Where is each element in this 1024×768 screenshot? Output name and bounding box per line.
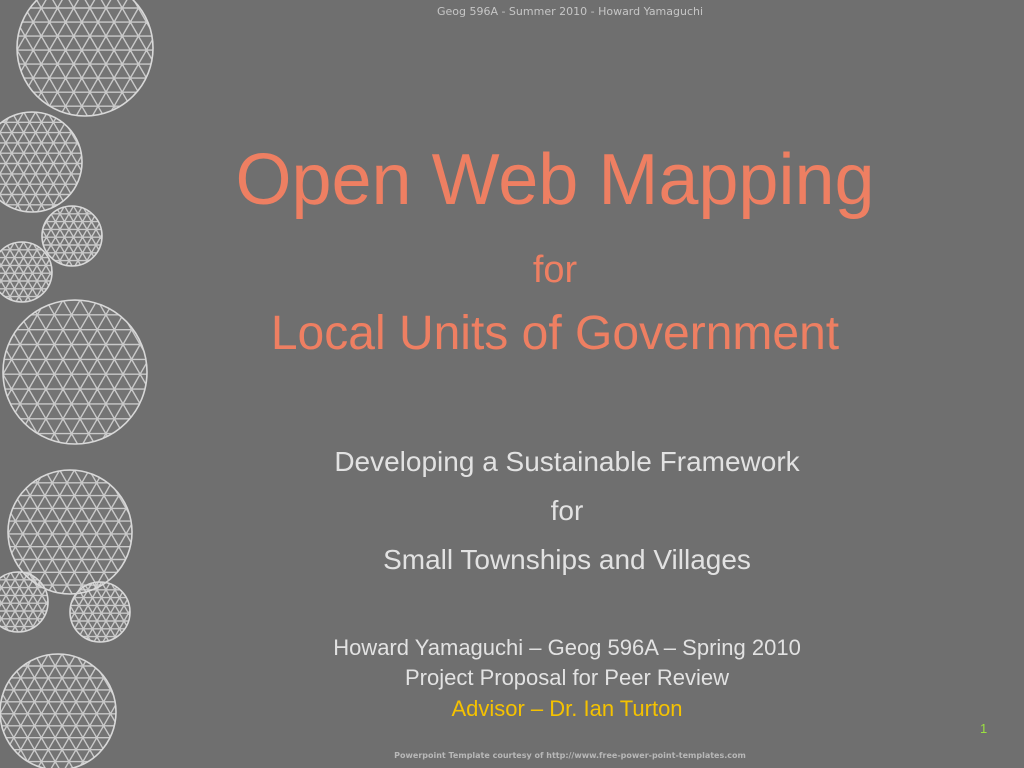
geodesic-sphere-icon: [2, 299, 148, 445]
proposal-line: Project Proposal for Peer Review: [404, 665, 730, 690]
slide-header: Geog 596A - Summer 2010 - Howard Yamaguc…: [436, 5, 704, 18]
geodesic-sphere-icon: [0, 111, 83, 213]
slide-title-for: for: [532, 249, 578, 291]
advisor-line: Advisor – Dr. Ian Turton: [451, 696, 683, 721]
template-credit: Powerpoint Template courtesy of http://w…: [394, 751, 746, 760]
sphere-decoration: [0, 0, 154, 768]
slide-title-subject: Local Units of Government: [270, 307, 840, 360]
subtitle-line-2: for: [550, 495, 584, 526]
page-number: 1: [980, 721, 988, 736]
author-line: Howard Yamaguchi – Geog 596A – Spring 20…: [333, 635, 801, 660]
slide-title: Open Web Mapping: [235, 140, 875, 220]
subtitle-line-1: Developing a Sustainable Framework: [334, 446, 800, 477]
geodesic-sphere-icon: [0, 653, 117, 768]
subtitle-line-3: Small Townships and Villages: [383, 544, 751, 575]
slide: Geog 596A - Summer 2010 - Howard Yamaguc…: [0, 0, 1024, 768]
